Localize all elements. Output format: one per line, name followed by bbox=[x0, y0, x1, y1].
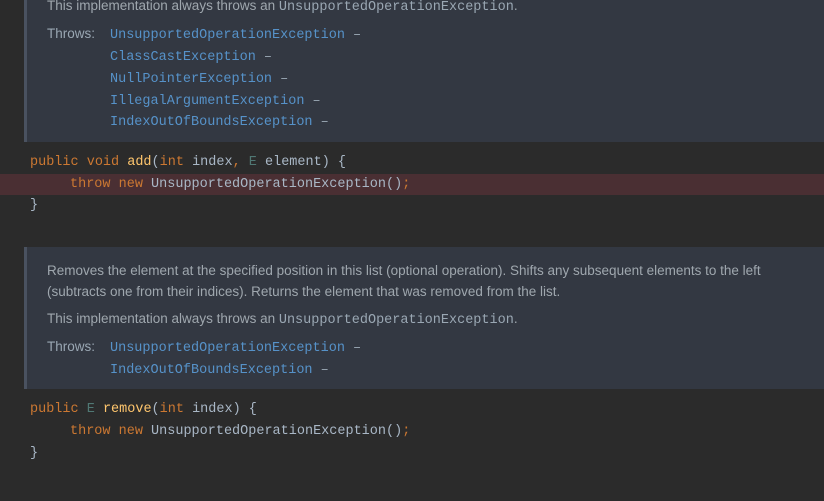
keyword-public: public bbox=[30, 402, 79, 417]
keyword-throw: throw bbox=[70, 177, 111, 192]
exception-inline: UnsupportedOperationException bbox=[279, 0, 514, 15]
exception-link[interactable]: IndexOutOfBoundsException bbox=[110, 363, 313, 378]
keyword-new: new bbox=[119, 177, 143, 192]
exception-link[interactable]: ClassCastException bbox=[110, 50, 256, 65]
throws-item: IndexOutOfBoundsException – bbox=[110, 112, 361, 134]
dash: – bbox=[345, 28, 361, 43]
keyword-int: int bbox=[160, 402, 184, 417]
dash: – bbox=[313, 363, 329, 378]
param-index: index bbox=[184, 155, 233, 170]
exception-inline: UnsupportedOperationException bbox=[279, 313, 514, 328]
keyword-int: int bbox=[160, 155, 184, 170]
throws-list: UnsupportedOperationException – ClassCas… bbox=[110, 25, 361, 134]
param-element: element bbox=[257, 155, 322, 170]
type-param-e: E bbox=[241, 155, 257, 170]
punct-brace-close: } bbox=[30, 198, 38, 213]
punct: ( bbox=[152, 155, 160, 170]
throws-item: UnsupportedOperationException – bbox=[110, 25, 361, 47]
code-line: } bbox=[30, 195, 824, 217]
code-line-highlighted: throw new UnsupportedOperationException(… bbox=[0, 174, 824, 196]
throws-label: Throws: bbox=[47, 26, 110, 41]
dash: – bbox=[304, 94, 320, 109]
doc-impl-note: This implementation always throws an Uns… bbox=[47, 0, 804, 19]
text: This implementation always throws an bbox=[47, 0, 279, 13]
exception-link[interactable]: UnsupportedOperationException bbox=[110, 341, 345, 356]
doc-description: Removes the element at the specified pos… bbox=[47, 261, 804, 303]
javadoc-remove: Removes the element at the specified pos… bbox=[24, 247, 824, 389]
punct: ) { bbox=[233, 402, 257, 417]
code-add-method[interactable]: public void add(int index, E element) { … bbox=[0, 152, 824, 217]
exception-link[interactable]: IndexOutOfBoundsException bbox=[110, 115, 313, 130]
dash: – bbox=[313, 115, 329, 130]
exception-link[interactable]: IllegalArgumentException bbox=[110, 94, 304, 109]
exception-class: UnsupportedOperationException() bbox=[143, 177, 402, 192]
dash: – bbox=[272, 72, 288, 87]
punct: ) { bbox=[322, 155, 346, 170]
punct-semicolon: ; bbox=[402, 424, 410, 439]
punct-semicolon: ; bbox=[402, 177, 410, 192]
exception-link[interactable]: UnsupportedOperationException bbox=[110, 28, 345, 43]
code-line: public E remove(int index) { bbox=[30, 399, 824, 421]
throws-label: Throws: bbox=[47, 339, 110, 354]
throws-item: ClassCastException – bbox=[110, 47, 361, 69]
keyword-throw: throw bbox=[70, 424, 111, 439]
throws-list: UnsupportedOperationException – IndexOut… bbox=[110, 338, 361, 382]
throws-item: UnsupportedOperationException – bbox=[110, 338, 361, 360]
spacer bbox=[0, 217, 824, 247]
code-line: } bbox=[30, 443, 824, 465]
javadoc-add: This implementation always throws an Uns… bbox=[24, 0, 824, 142]
method-name: remove bbox=[103, 402, 152, 417]
throws-item: IllegalArgumentException – bbox=[110, 91, 361, 113]
punct-comma: , bbox=[233, 155, 241, 170]
dash: – bbox=[256, 50, 272, 65]
keyword-public: public bbox=[30, 155, 79, 170]
code-remove-method[interactable]: public E remove(int index) { throw new U… bbox=[0, 399, 824, 464]
code-line: public void add(int index, E element) { bbox=[30, 152, 824, 174]
param-index: index bbox=[184, 402, 233, 417]
exception-class: UnsupportedOperationException() bbox=[143, 424, 402, 439]
keyword-void: void bbox=[87, 155, 119, 170]
punct: ( bbox=[152, 402, 160, 417]
text: . bbox=[514, 311, 518, 326]
exception-link[interactable]: NullPointerException bbox=[110, 72, 272, 87]
throws-item: IndexOutOfBoundsException – bbox=[110, 360, 361, 382]
method-name: add bbox=[127, 155, 151, 170]
throws-block: Throws: UnsupportedOperationException – … bbox=[47, 25, 804, 134]
keyword-new: new bbox=[119, 424, 143, 439]
throws-block: Throws: UnsupportedOperationException – … bbox=[47, 338, 804, 382]
text: . bbox=[514, 0, 518, 13]
text: This implementation always throws an bbox=[47, 311, 279, 326]
type-param-e: E bbox=[87, 402, 95, 417]
punct-brace-close: } bbox=[30, 446, 38, 461]
throws-item: NullPointerException – bbox=[110, 69, 361, 91]
dash: – bbox=[345, 341, 361, 356]
code-line: throw new UnsupportedOperationException(… bbox=[30, 421, 824, 443]
doc-impl-note: This implementation always throws an Uns… bbox=[47, 309, 804, 332]
